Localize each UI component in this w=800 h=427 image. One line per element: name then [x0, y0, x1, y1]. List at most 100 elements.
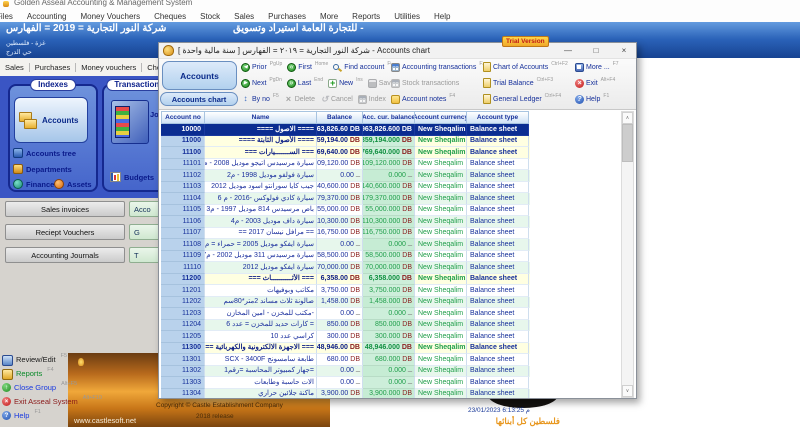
reciept-vouchers-button[interactable]: Reciept Vouchers [5, 224, 125, 240]
table-row-11103[interactable]: 11103جيب كايا سورانتو اسود موديل 2012140… [161, 182, 530, 194]
column-header-acc-cur-balance[interactable]: Acc. cur. balance [363, 111, 415, 124]
sales-invoices-button[interactable]: Sales invoices [5, 201, 125, 217]
column-header-account-no[interactable]: Account no [161, 111, 205, 124]
help-button[interactable]: HelpF1 [575, 95, 609, 104]
table-row-11100[interactable]: 11100=== الســـــــيارات ===769,640.00DB… [161, 147, 530, 159]
table-row-11106[interactable]: 11106سيارة داف موديل 2003 - م4110,300.00… [161, 216, 530, 228]
module-tab-purchases[interactable]: Purchases [30, 63, 76, 72]
column-header-account-type[interactable]: Account type [467, 111, 529, 124]
menu-money-vouchers[interactable]: Money Vouchers [73, 12, 147, 21]
cell-acc-cur-balance: 116,750.000DB [363, 228, 415, 240]
table-row-11205[interactable]: 11205كراسي عدد 10300.00DB300.000DBNew Sh… [161, 331, 530, 343]
chart-of-accounts-button[interactable]: Chart of AccountsCtrl+F2 [483, 62, 568, 72]
table-row-11203[interactable]: 11203-مكتب للمخزن - امين المخازن0.00ــ0.… [161, 308, 530, 320]
menu-more[interactable]: More [313, 12, 345, 21]
cancel-button[interactable]: Cancel [320, 95, 353, 104]
table-row-11204[interactable]: 11204= كارات حديد للمخزن = عدد 6850.00DB… [161, 320, 530, 332]
column-header-balance[interactable]: Balance [317, 111, 363, 124]
first-button[interactable]: FirstHome [287, 63, 328, 72]
table-row-11304[interactable]: 11304ماكنة جلائين حراري3,900.00DB3,900.0… [161, 389, 530, 399]
table-row-11110[interactable]: 11110سيارة ايفكو موديل 201270,000.00DB70… [161, 262, 530, 274]
table-row-11101[interactable]: 11101سيارة مرسيدس اتيجو موديل 2008 - م11… [161, 159, 530, 171]
table-row-10000[interactable]: 10000==== الاصول ====963,826.60DB963,826… [161, 124, 530, 136]
tab-accounts[interactable]: Accounts [162, 61, 237, 90]
table-row-11107[interactable]: 11107== مرافل نيسان 2017 ==116,750.00DB1… [161, 228, 530, 240]
menu-purchases[interactable]: Purchases [261, 12, 313, 21]
menu-utilities[interactable]: Utilities [387, 12, 427, 21]
menu-sales[interactable]: Sales [227, 12, 261, 21]
cell-account-no: 11303 [161, 377, 205, 389]
column-header-account-currency[interactable]: Account currency [415, 111, 467, 124]
last-button[interactable]: LastEnd [287, 79, 323, 88]
cell-name: سيارة داف موديل 2003 - م4 [205, 216, 317, 228]
find-account-button[interactable]: Find accountF6 [333, 63, 391, 72]
accounts-tree-button[interactable]: Accounts tree [13, 148, 76, 158]
table-row-11108[interactable]: 11108سيارة ايفكو موديل 2005 = حمراء = م5… [161, 239, 530, 251]
exit-button[interactable]: ExitAlt+F4 [575, 79, 615, 88]
menu-stock[interactable]: Stock [193, 12, 227, 21]
budgets-button[interactable]: Budgets [110, 172, 154, 182]
close-button[interactable]: × [612, 44, 636, 58]
assets-icon [54, 179, 64, 189]
scroll-down-arrow-icon[interactable]: ∨ [622, 385, 633, 397]
scroll-up-arrow-icon[interactable]: ∧ [622, 112, 633, 124]
exit-asseal-system-button[interactable]: ×Exit Asseal SystemAlt+F10 [2, 397, 102, 406]
assets-button[interactable]: Assets [54, 179, 92, 189]
journals-icon[interactable] [111, 100, 149, 144]
window-titlebar[interactable]: Accounts chart - شركة النور التجارية = ٢… [159, 43, 636, 59]
menu-files[interactable]: Files [0, 12, 20, 21]
menu-help[interactable]: Help [427, 12, 457, 21]
delete-button[interactable]: Delete [284, 95, 315, 104]
close-group-button[interactable]: ↑Close GroupAlt+F5 [2, 383, 77, 392]
table-row-11200[interactable]: 11200=== الأثــــــــــاث ===6,358.00DB6… [161, 274, 530, 286]
departments-button[interactable]: Departments [13, 164, 72, 174]
cell-balance: 850.00DB [317, 320, 363, 332]
budgets-chart-icon [110, 172, 121, 182]
vertical-scrollbar[interactable]: ∧ ∨ [621, 111, 634, 398]
menu-cheques[interactable]: Cheques [147, 12, 193, 21]
table-row-11202[interactable]: 11202صالونة ثلاث مساند 2متر*80سم1,458.00… [161, 297, 530, 309]
shortcut-label: F1 [34, 409, 40, 415]
stock-transactions-button[interactable]: Stock transactions [391, 79, 459, 88]
column-header-name[interactable]: Name [205, 111, 317, 124]
table-row-11303[interactable]: 11303الات حاسبة وطابعات0.00ــ0.000ــNew … [161, 377, 530, 389]
table-row-11105[interactable]: 11105باص مرسيدس 814 موديل 1997 - م355,00… [161, 205, 530, 217]
cell-account-no: 11203 [161, 308, 205, 320]
table-row-11301[interactable]: 11301طابعة سامسونج SCX - 3400F680.00DB68… [161, 354, 530, 366]
by-no-button[interactable]: By noF5 [241, 95, 279, 104]
prior-button[interactable]: PriorPgUp [241, 63, 282, 72]
next-button[interactable]: NextPgDn [241, 79, 282, 88]
save-button[interactable]: Save [368, 79, 391, 88]
departments-icon [13, 164, 23, 174]
new-button[interactable]: NewIns [328, 79, 363, 88]
menu-reports[interactable]: Reports [345, 12, 387, 21]
table-row-11109[interactable]: 11109سيارة مرسيدس 311 موديل 2002 - م758,… [161, 251, 530, 263]
reports-button[interactable]: ReportsF4 [2, 369, 54, 380]
cell-account-type: Balance sheet [467, 274, 529, 286]
accounting-journals-button[interactable]: Accounting Journals [5, 247, 125, 263]
review-edit-button[interactable]: Review/EditF5 [2, 355, 67, 366]
index-button[interactable]: Index [358, 95, 386, 104]
more-button[interactable]: More ...F7 [575, 63, 619, 72]
table-row-11300[interactable]: 11300=== الاجهزة الالكترونية والكهربائية… [161, 343, 530, 355]
maximize-button[interactable]: □ [584, 44, 608, 58]
table-row-11201[interactable]: 11201مكاتب وبوفيهات3,750.00DB3,750.000DB… [161, 285, 530, 297]
general-ledger-button[interactable]: General LedgerCtrl+F4 [483, 94, 561, 104]
tab-accounts-chart[interactable]: Accounts chart [160, 92, 238, 106]
accounts-button[interactable]: Accounts [14, 97, 88, 143]
table-row-11102[interactable]: 11102سيارة فولفو موديل 1998 - م20.00ــ0.… [161, 170, 530, 182]
minimize-button[interactable]: — [556, 44, 580, 58]
table-row-11302[interactable]: 11302=جهاز كمبيوتر المحاسبة =رقم10.00ــ0… [161, 366, 530, 378]
help-button[interactable]: ?HelpF1 [2, 411, 41, 420]
module-tab-sales[interactable]: Sales [0, 63, 30, 72]
menu-accounting[interactable]: Accounting [20, 12, 74, 21]
budgets-label: Budgets [124, 173, 154, 182]
trial-balance-button[interactable]: Trial BalanceCtrl+F3 [483, 78, 553, 88]
scrollbar-thumb[interactable] [622, 124, 633, 162]
module-tab-money-vouchers[interactable]: Money vouchers [76, 63, 142, 72]
table-row-11000[interactable]: 11000==== الأصول الثابتة ====359,194.00D… [161, 136, 530, 148]
account-notes-button[interactable]: Account notesF4 [391, 95, 455, 104]
table-row-11104[interactable]: 11104سيارة كادي فولوكس -2016 - م 6179,37… [161, 193, 530, 205]
accounting-transactions-button[interactable]: Accounting transactionsF2 [391, 63, 483, 72]
cell-name: === الاجهزة الالكترونية والكهربائية === [205, 343, 317, 355]
